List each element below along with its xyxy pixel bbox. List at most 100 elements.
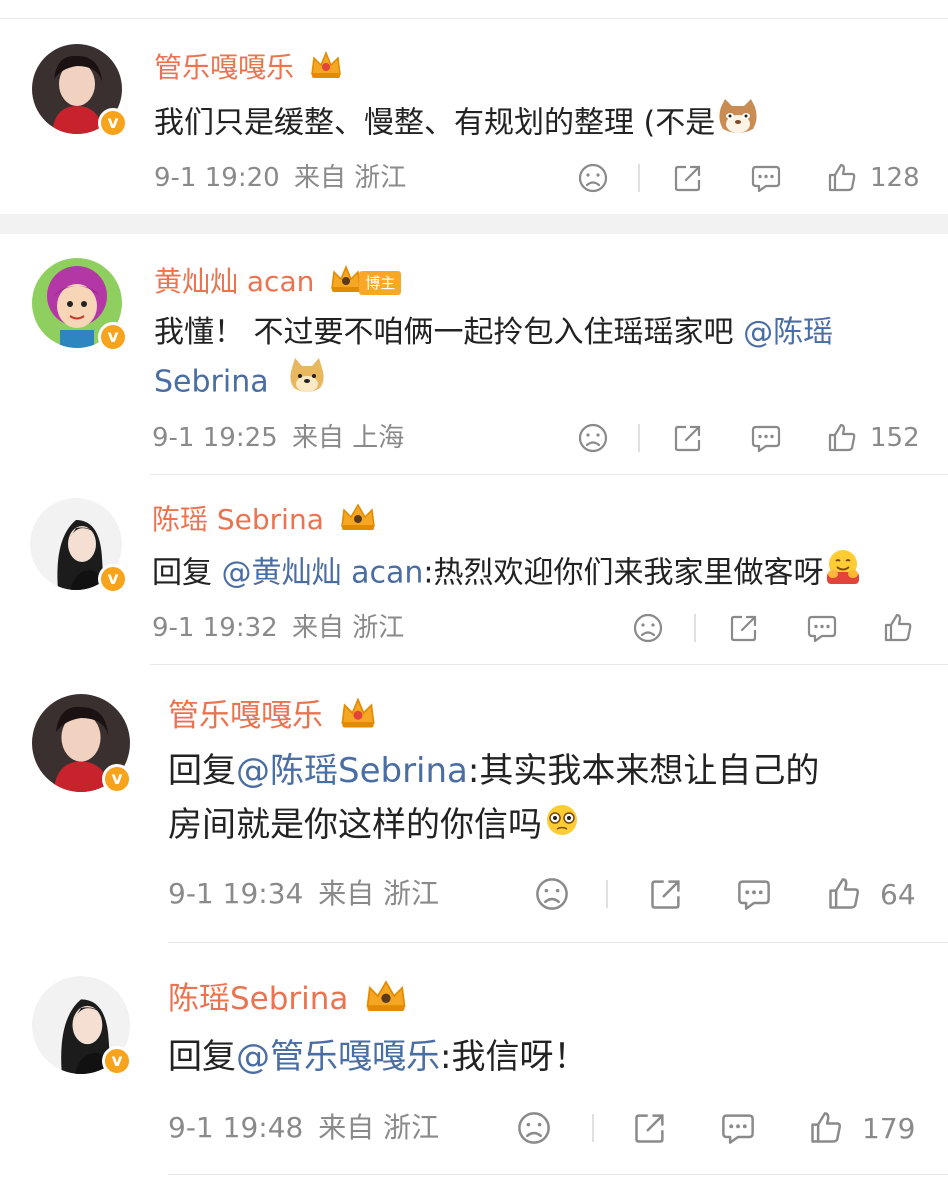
comment-item: v 陈瑶 Sebrina 回复 @黄灿灿 acan:热烈欢迎你们来我家里做客呀 …	[0, 474, 948, 664]
reply-button[interactable]	[736, 874, 772, 914]
share-button[interactable]	[632, 1108, 668, 1148]
comment-icon	[736, 876, 772, 912]
share-icon	[728, 612, 760, 644]
verified-badge: v	[102, 764, 132, 794]
comment-item: v 黄灿灿 acan 博主 我懂！ 不过要不咱俩一起拎包入住瑶瑶家吧 @陈瑶 S…	[0, 234, 948, 474]
action-divider	[694, 614, 696, 642]
dislike-button[interactable]	[632, 608, 664, 648]
like-button[interactable]: 64	[826, 874, 916, 914]
thread-divider	[0, 214, 948, 234]
dislike-icon	[516, 1110, 552, 1146]
like-count: 128	[870, 163, 920, 193]
mention-link-continued[interactable]: Sebrina	[154, 365, 269, 400]
mention-link[interactable]: @陈瑶	[743, 315, 833, 350]
reply-button[interactable]	[750, 158, 782, 198]
dislike-button[interactable]	[534, 874, 570, 914]
comment-icon	[750, 422, 782, 454]
share-button[interactable]	[672, 418, 704, 458]
comment-icon	[750, 162, 782, 194]
action-divider	[606, 880, 608, 908]
comment-text: 回复 @黄灿灿 acan:热烈欢迎你们来我家里做客呀	[152, 548, 932, 600]
username-text[interactable]: 黄灿灿 acan	[154, 265, 314, 298]
reply-button[interactable]	[720, 1108, 756, 1148]
like-count: 64	[880, 877, 916, 911]
crown-icon	[339, 502, 377, 540]
dislike-icon	[632, 612, 664, 644]
like-button[interactable]: 152	[826, 418, 920, 458]
action-bar: 179	[0, 1108, 948, 1148]
crown-icon	[339, 696, 377, 739]
comment-text-content: :其实我本来想让自己的	[467, 751, 820, 791]
mention-link[interactable]: @陈瑶Sebrina	[236, 751, 468, 791]
crown-icon	[364, 978, 408, 1023]
share-icon	[672, 422, 704, 454]
reply-button[interactable]	[750, 418, 782, 458]
share-icon	[648, 876, 684, 912]
bottom-divider	[168, 1174, 948, 1175]
verified-badge: v	[102, 1046, 132, 1076]
share-button[interactable]	[728, 608, 760, 648]
comment-text-content: 我们只是缓整、慢整、有规划的整理 (不是	[154, 105, 716, 141]
comment-text-content: :热烈欢迎你们来我家里做客呀	[423, 555, 824, 591]
comment-text: 回复@管乐嘎嘎乐:我信呀！	[168, 1030, 928, 1084]
reply-prefix: 回复	[168, 1037, 236, 1077]
like-icon	[826, 876, 862, 912]
share-button[interactable]	[672, 158, 704, 198]
blogger-badge: 博主	[359, 271, 402, 295]
comment-text-line2: 房间就是你这样的你信吗	[168, 805, 542, 845]
comment-text: 我懂！ 不过要不咱俩一起拎包入住瑶瑶家吧 @陈瑶 Sebrina	[154, 310, 914, 410]
like-icon	[826, 162, 858, 194]
username-text[interactable]: 管乐嘎嘎乐	[154, 51, 294, 84]
comment-text-content: 我懂！ 不过要不咱俩一起拎包入住瑶瑶家吧	[154, 315, 744, 350]
comment-item: v 陈瑶Sebrina 回复@管乐嘎嘎乐:我信呀！ 9-1 19:48 来自 浙…	[0, 942, 948, 1183]
reply-button[interactable]	[806, 608, 838, 648]
comment-icon	[806, 612, 838, 644]
share-button[interactable]	[648, 874, 684, 914]
action-divider	[592, 1114, 594, 1142]
doge-emoji	[286, 356, 328, 410]
username-text[interactable]: 陈瑶 Sebrina	[152, 503, 324, 536]
comment-text: 回复@陈瑶Sebrina:其实我本来想让自己的 房间就是你这样的你信吗	[168, 744, 928, 854]
like-button[interactable]: 179	[808, 1108, 915, 1148]
crown-icon	[329, 264, 363, 302]
dislike-icon	[577, 422, 609, 454]
like-icon	[826, 422, 858, 454]
crown-icon	[309, 50, 343, 88]
action-divider	[638, 424, 640, 452]
username-text[interactable]: 陈瑶Sebrina	[168, 981, 348, 1017]
like-count: 152	[870, 423, 920, 453]
mention-link[interactable]: @管乐嘎嘎乐	[236, 1037, 440, 1077]
action-bar	[0, 608, 948, 648]
verified-badge: v	[98, 108, 128, 138]
action-bar: 152	[0, 418, 948, 458]
comment-icon	[720, 1110, 756, 1146]
action-divider	[638, 164, 640, 192]
reply-prefix: 回复	[152, 555, 222, 591]
mention-link[interactable]: @黄灿灿 acan	[222, 556, 424, 591]
like-count: 179	[862, 1111, 916, 1145]
username-text[interactable]: 管乐嘎嘎乐	[168, 698, 323, 734]
dislike-button[interactable]	[577, 418, 609, 458]
dislike-button[interactable]	[577, 158, 609, 198]
verified-badge: v	[98, 322, 128, 352]
username[interactable]: 黄灿灿 acan 博主	[154, 264, 402, 302]
action-bar: 64	[0, 874, 948, 914]
comment-item: v 管乐嘎嘎乐 回复@陈瑶Sebrina:其实我本来想让自己的 房间就是你这样的…	[0, 664, 948, 942]
comment-text: 我们只是缓整、慢整、有规划的整理 (不是	[154, 97, 914, 151]
like-icon	[808, 1110, 844, 1146]
comment-item: v 管乐嘎嘎乐 我们只是缓整、慢整、有规划的整理 (不是 9-1 19:20 来…	[0, 0, 948, 210]
verified-badge: v	[98, 564, 128, 594]
hug-emoji	[823, 548, 863, 600]
share-icon	[632, 1110, 668, 1146]
username[interactable]: 管乐嘎嘎乐	[168, 696, 377, 739]
username[interactable]: 陈瑶Sebrina	[168, 978, 408, 1023]
like-button[interactable]: 128	[826, 158, 920, 198]
username[interactable]: 管乐嘎嘎乐	[154, 50, 343, 88]
like-button[interactable]	[882, 608, 914, 648]
username[interactable]: 陈瑶 Sebrina	[152, 502, 377, 540]
reply-prefix: 回复	[168, 751, 236, 791]
share-icon	[672, 162, 704, 194]
dislike-icon	[534, 876, 570, 912]
comment-text-content: :我信呀！	[440, 1037, 588, 1077]
dislike-button[interactable]	[516, 1108, 552, 1148]
